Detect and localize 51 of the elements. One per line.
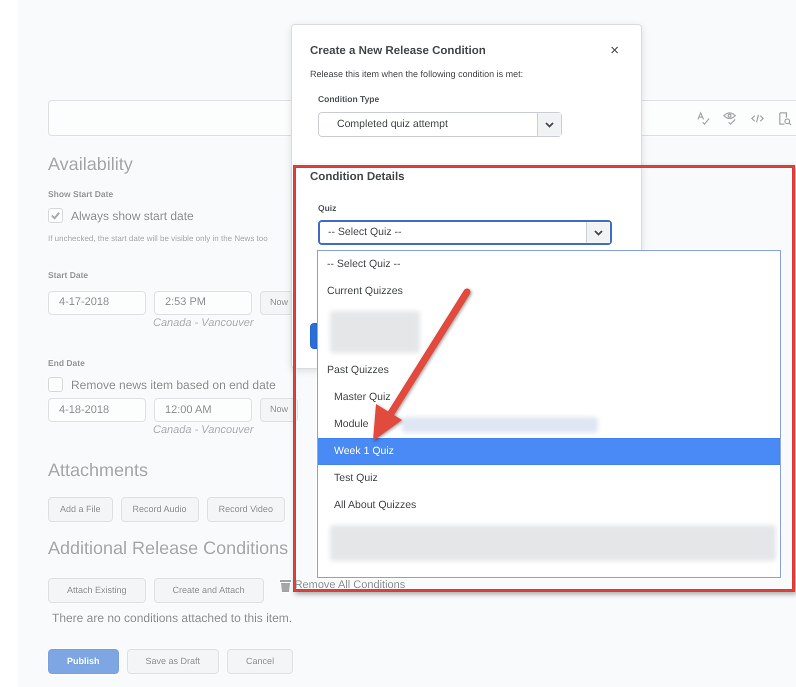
section-heading: Condition Details (310, 170, 406, 184)
section-heading: Availability (48, 153, 133, 176)
chevron-icon (545, 122, 554, 128)
dropdown-option[interactable]: All About Quizzes (318, 492, 780, 519)
time-field[interactable]: 12:00 AM (154, 398, 252, 422)
preview-icon[interactable] (723, 110, 738, 126)
section-heading: Additional Release Conditions (48, 537, 288, 560)
footer-button[interactable]: Save as Draft (126, 649, 220, 674)
dialog-text: Release this item when the following condition is met: (310, 68, 524, 80)
quiz-select[interactable]: -- Select Quiz -- (318, 220, 612, 245)
condition-button[interactable]: Attach Existing (48, 578, 146, 604)
date-field[interactable]: 4-17-2018 (48, 290, 146, 314)
attachment-button[interactable]: Record Audio (120, 497, 199, 522)
field-label: Start Date (48, 268, 88, 282)
field-label: Quiz (318, 203, 336, 213)
dropdown-option[interactable]: Week 1 Quiz (318, 438, 780, 465)
checkbox[interactable] (48, 208, 63, 224)
find-icon[interactable] (777, 110, 792, 126)
dropdown-option[interactable]: -- Select Quiz -- (318, 251, 780, 278)
option-group-label: Current Quizzes (326, 284, 404, 299)
dropdown-option[interactable]: Master Quiz (318, 384, 780, 411)
chevron-icon (594, 230, 603, 236)
option-group-label: Past Quizzes (326, 362, 390, 378)
empty-message: There are no conditions attached to this item. (52, 610, 294, 628)
condition-type-select[interactable]: Completed quiz attempt (318, 112, 562, 137)
attachment-button[interactable]: Add a File (48, 497, 113, 522)
field-label: Condition Type (318, 94, 380, 104)
dropdown-option[interactable]: Test Quiz (318, 465, 780, 492)
dropdown-option[interactable]: Module (318, 411, 780, 438)
dialog-title: Create a New Release Condition (310, 44, 486, 58)
checkmark-icon (50, 210, 61, 222)
attachment-button[interactable]: Record Video (206, 497, 285, 522)
now-button[interactable]: Now (260, 398, 298, 422)
field-label: End Date (48, 357, 85, 370)
checkbox-label: Remove news item based on end date (71, 376, 276, 394)
footer-button[interactable]: Publish (48, 649, 119, 674)
checkbox-label: Always show start date (71, 208, 194, 225)
section-heading: Attachments (48, 459, 148, 482)
timezone-text: Canada - Vancouver (153, 316, 254, 330)
close-button[interactable]: × (610, 44, 619, 58)
condition-button[interactable]: Create and Attach (154, 578, 264, 604)
spellcheck-icon[interactable] (696, 110, 711, 126)
hint-text: If unchecked, the start date will be visible only in the News too (48, 232, 268, 245)
field-label: Show Start Date (48, 188, 114, 201)
footer-button[interactable]: Cancel (227, 649, 294, 674)
trash-icon (280, 579, 291, 592)
date-field[interactable]: 4-18-2018 (48, 398, 146, 422)
timezone-text: Canada - Vancouver (153, 422, 254, 438)
checkbox[interactable] (48, 377, 63, 392)
time-field[interactable]: 2:53 PM (154, 290, 252, 314)
remove-all-button[interactable]: Remove All Conditions (280, 579, 406, 592)
